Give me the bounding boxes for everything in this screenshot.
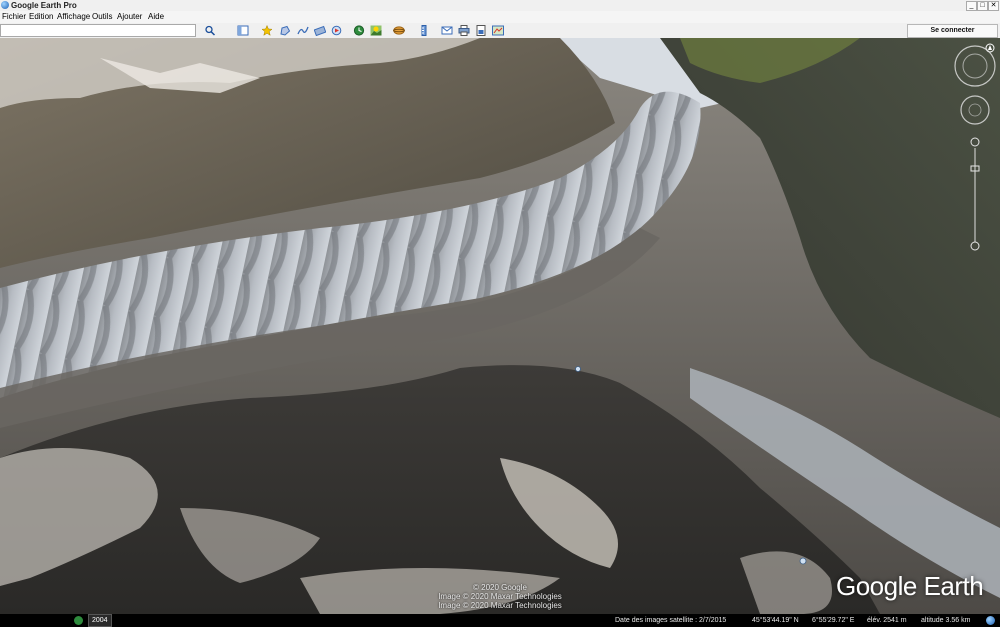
historical-imagery-icon[interactable]	[74, 616, 83, 625]
menu-aide[interactable]: Aide	[148, 11, 164, 23]
search-icon[interactable]	[203, 24, 217, 37]
elevation-readout: élév. 2541 m	[867, 617, 907, 624]
menu-ajouter[interactable]: Ajouter	[117, 11, 142, 23]
close-button[interactable]: ✕	[988, 1, 999, 11]
minimize-button[interactable]: _	[966, 1, 977, 11]
longitude-readout: 6°55'29.72" E	[812, 617, 855, 624]
maximize-button[interactable]: □	[977, 1, 988, 11]
title-bar: Google Earth Pro _ □ ✕	[0, 0, 1000, 11]
toolbar: Se connecter	[0, 23, 1000, 39]
sidebar-icon[interactable]	[236, 24, 250, 37]
sign-in-button[interactable]: Se connecter	[907, 24, 998, 38]
imagery-copyright: © 2020 Google Image © 2020 Maxar Technol…	[420, 583, 580, 610]
ruler-icon[interactable]	[417, 24, 431, 37]
status-bar: 2004 Date des images satellite : 2/7/201…	[0, 614, 1000, 627]
google-earth-logo: Google Earth	[836, 571, 984, 601]
image-overlay-icon[interactable]	[313, 24, 327, 37]
search-input[interactable]	[0, 24, 196, 37]
copyright-line: Image © 2020 Maxar Technologies	[438, 601, 562, 610]
google-earth-app-icon	[1, 1, 9, 9]
historical-year-badge[interactable]: 2004	[88, 614, 112, 627]
navigation-controls	[954, 43, 996, 251]
altitude-readout: altitude 3.56 km	[921, 617, 971, 624]
window-title: Google Earth Pro	[11, 1, 77, 10]
path-icon[interactable]	[296, 24, 310, 37]
copyright-line: Image © 2020 Maxar Technologies	[438, 592, 562, 601]
copyright-line: © 2020 Google	[473, 583, 527, 592]
terrain-imagery	[0, 38, 1000, 614]
maps-icon[interactable]	[491, 24, 505, 37]
menu-fichier[interactable]: Fichier	[2, 11, 26, 23]
save-image-icon[interactable]	[474, 24, 488, 37]
map-viewport[interactable]	[0, 38, 1000, 614]
planets-icon[interactable]	[392, 24, 406, 37]
menu-bar: Fichier Edition Affichage Outils Ajouter…	[0, 11, 1000, 23]
email-icon[interactable]	[440, 24, 454, 37]
placemark-icon[interactable]	[260, 24, 274, 37]
menu-outils[interactable]: Outils	[92, 11, 112, 23]
look-joystick-icon[interactable]	[954, 45, 996, 87]
imagery-date: Date des images satellite : 2/7/2015	[615, 617, 727, 624]
print-icon[interactable]	[457, 24, 471, 37]
menu-affichage[interactable]: Affichage	[57, 11, 90, 23]
tour-icon[interactable]	[330, 24, 344, 37]
sun-icon[interactable]	[369, 24, 383, 37]
menu-edition[interactable]: Edition	[29, 11, 53, 23]
polygon-icon[interactable]	[278, 24, 292, 37]
latitude-readout: 45°53'44.19" N	[752, 617, 799, 624]
historical-imagery-icon[interactable]	[352, 24, 366, 37]
move-joystick-icon[interactable]	[960, 95, 990, 125]
zoom-slider[interactable]	[970, 137, 980, 251]
streaming-status-icon	[986, 616, 995, 625]
